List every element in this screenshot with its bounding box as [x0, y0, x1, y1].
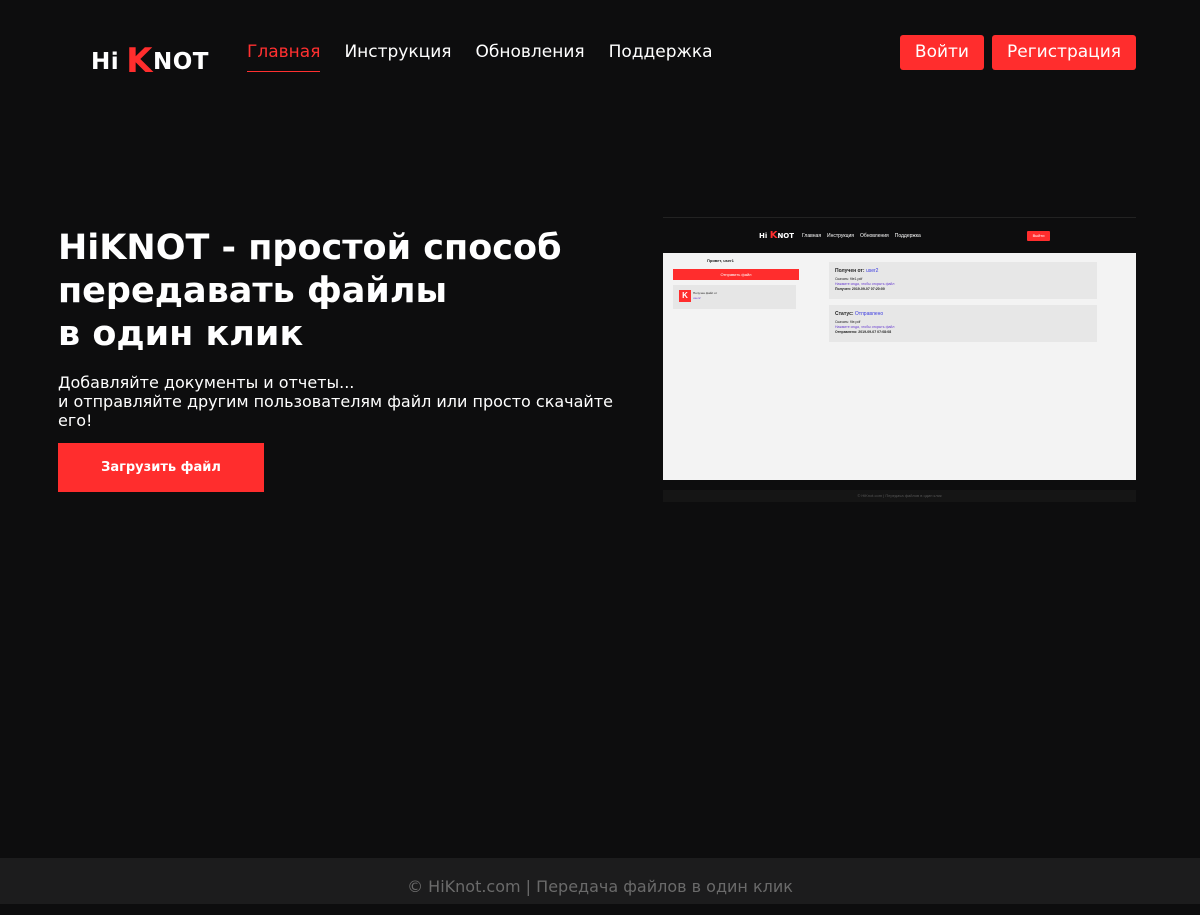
preview-logo-not: NOT: [777, 232, 795, 240]
preview-received-title: Получен файл от: [693, 291, 718, 295]
footer-copyright: © HiKnot.com | Передача файлов в один кл…: [407, 877, 793, 896]
app-preview-screenshot: Hi KNOT Главная Инструкция Обновления По…: [663, 217, 1136, 503]
hero-title: HiKNOT - простой способ передавать файлы…: [58, 228, 562, 354]
preview-card-date: Получен: 2019-09-07 07:20:00: [835, 287, 885, 291]
page-footer: © HiKnot.com | Передача файлов в один кл…: [0, 858, 1200, 904]
preview-greeting: Привет, user1: [707, 258, 734, 263]
preview-nav-item: Обновления: [859, 233, 889, 239]
preview-received-item: K Получен файл от user2: [673, 285, 796, 309]
preview-nav-item: Главная: [802, 233, 822, 239]
preview-card-user: user2: [865, 268, 879, 274]
nav-support[interactable]: Поддержка: [609, 42, 713, 72]
site-logo[interactable]: Hi K NOT: [91, 36, 209, 81]
preview-card-date: Отправлено: 2019-09-07 07:08:08: [835, 330, 892, 334]
preview-logo-hi: Hi: [759, 232, 770, 240]
preview-card-download: Скачать: file1.pdf: [835, 277, 863, 281]
preview-card-status: Статус: Отправлено Скачать: file.pdf Наж…: [829, 305, 1097, 342]
preview-header: Hi KNOT Главная Инструкция Обновления По…: [663, 218, 1136, 252]
preview-body: Привет, user1 Отправить файл K Получен ф…: [663, 253, 1136, 480]
logo-hi: Hi: [91, 49, 120, 75]
preview-card-heading-label: Статус:: [835, 311, 854, 317]
preview-logo: Hi KNOT: [759, 230, 794, 241]
preview-card-heading: Получен от: user2: [835, 268, 878, 274]
preview-card-status-value: Отправлено: [854, 311, 884, 317]
preview-logout-button: Выйти: [1027, 231, 1050, 241]
preview-card-hint: Нажмите сюда, чтобы открыть файл: [835, 282, 895, 286]
hero-subtitle: Добавляйте документы и отчеты... и отпра…: [58, 373, 613, 430]
preview-k-icon: K: [679, 290, 691, 302]
register-button[interactable]: Регистрация: [992, 35, 1136, 70]
preview-card-received: Получен от: user2 Скачать: file1.pdf Наж…: [829, 262, 1097, 299]
preview-card-download: Скачать: file.pdf: [835, 320, 861, 324]
nav-instructions[interactable]: Инструкция: [344, 42, 451, 72]
logo-not: NOT: [153, 49, 209, 75]
preview-nav-item: Инструкция: [827, 233, 854, 239]
preview-card-heading-label: Получен от:: [835, 268, 865, 274]
preview-footer: © HiKnot.com | Передача файлов в один кл…: [663, 490, 1136, 502]
preview-nav: Главная Инструкция Обновления Поддержка: [802, 233, 921, 239]
nav-home[interactable]: Главная: [247, 42, 321, 72]
logo-k: K: [126, 41, 153, 81]
upload-file-button[interactable]: Загрузить файл: [58, 443, 264, 492]
preview-received-user: user2: [693, 296, 701, 300]
preview-send-button: Отправить файл: [673, 269, 799, 280]
preview-card-heading: Статус: Отправлено: [835, 311, 883, 317]
auth-buttons: Войти Регистрация: [899, 35, 1136, 70]
login-button[interactable]: Войти: [899, 35, 984, 70]
preview-card-hint: Нажмите сюда, чтобы открыть файл: [835, 325, 895, 329]
preview-nav-item: Поддержка: [894, 233, 921, 239]
main-nav: Главная Инструкция Обновления Поддержка: [247, 42, 737, 72]
nav-updates[interactable]: Обновления: [475, 42, 584, 72]
